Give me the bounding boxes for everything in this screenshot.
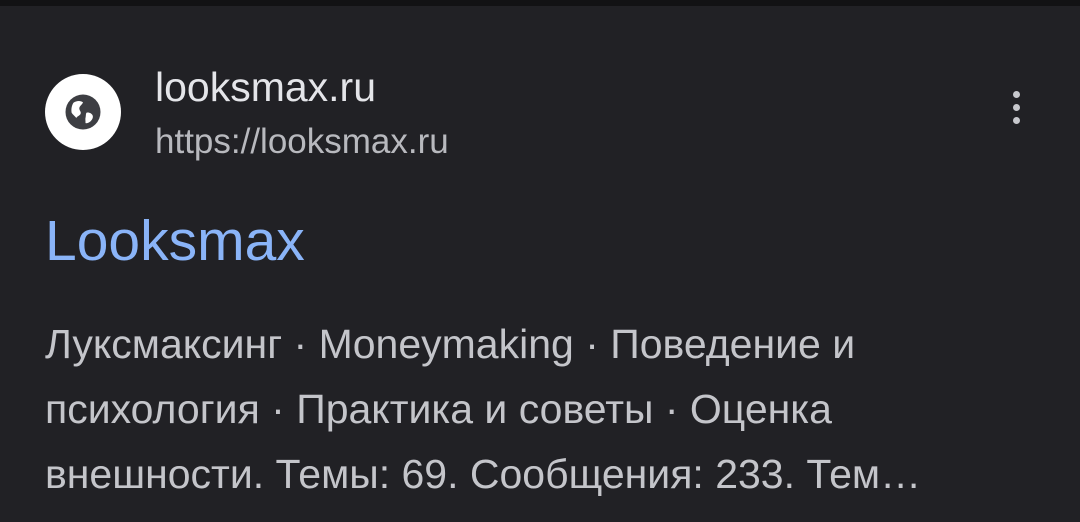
- snippet-line: психология · Практика и советы · Оценка: [45, 386, 832, 432]
- result-title-link[interactable]: Looksmax: [45, 206, 305, 276]
- globe-icon: [65, 94, 101, 130]
- site-favicon[interactable]: [45, 74, 121, 150]
- site-name[interactable]: looksmax.ru: [155, 62, 376, 112]
- result-snippet: Луксмаксинг · Moneymaking · Поведение и …: [45, 312, 1035, 507]
- more-options-button[interactable]: [996, 84, 1036, 130]
- snippet-line: Луксмаксинг · Moneymaking · Поведение и: [45, 321, 856, 367]
- site-url[interactable]: https://looksmax.ru: [155, 120, 449, 164]
- snippet-line: внешности. Темы: 69. Сообщения: 233. Тем…: [45, 451, 922, 497]
- more-vert-icon: [1012, 90, 1020, 98]
